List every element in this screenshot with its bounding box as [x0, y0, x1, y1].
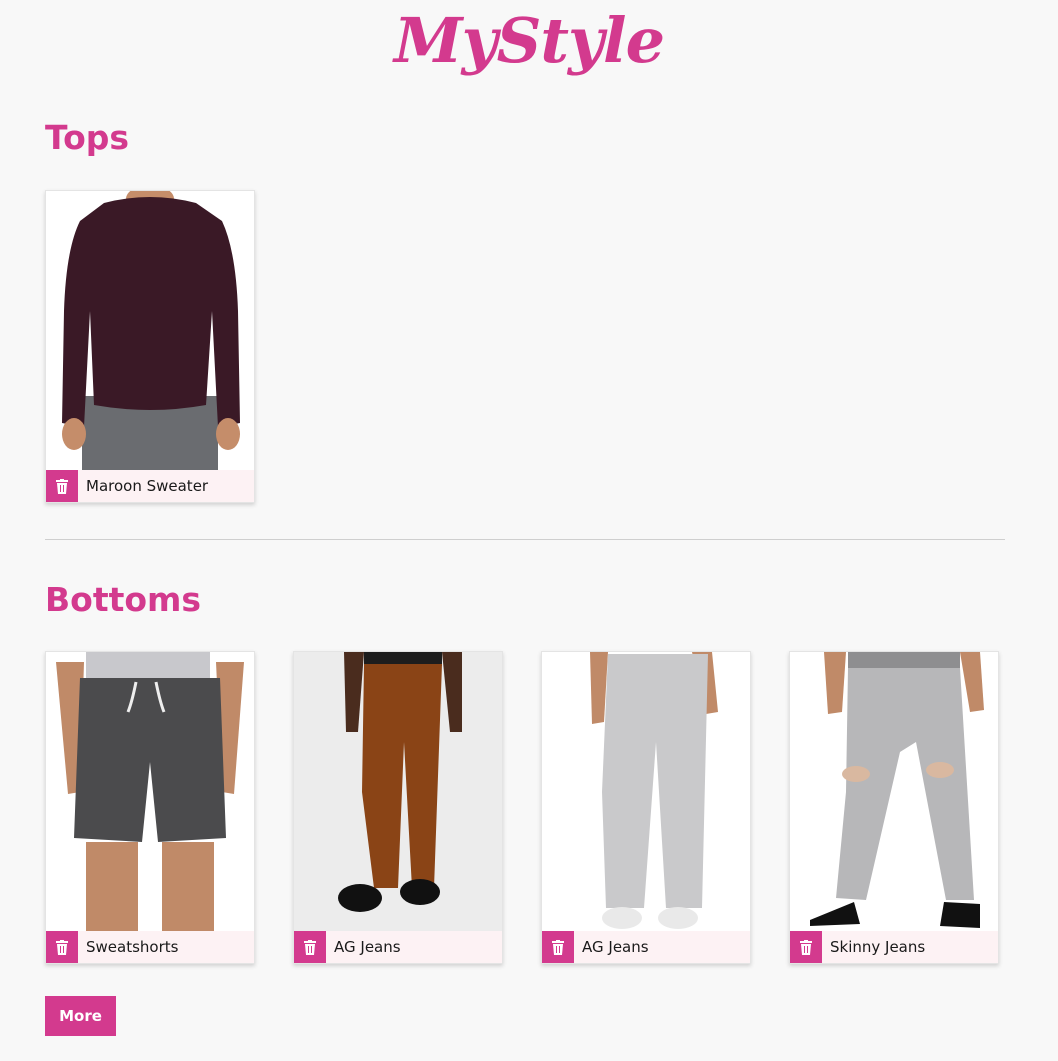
- clothing-card-bottom[interactable]: AG Jeans: [541, 651, 751, 964]
- item-label: Sweatshorts: [86, 938, 179, 956]
- trash-icon: [56, 478, 68, 494]
- item-label: AG Jeans: [582, 938, 649, 956]
- item-label: Maroon Sweater: [86, 477, 209, 495]
- card-footer: Skinny Jeans: [790, 931, 998, 963]
- card-footer: Sweatshorts: [46, 931, 254, 963]
- item-label: AG Jeans: [334, 938, 401, 956]
- trash-icon: [304, 939, 316, 955]
- bottoms-heading: Bottoms: [45, 580, 202, 619]
- section-divider: [45, 539, 1005, 540]
- item-label: Skinny Jeans: [830, 938, 926, 956]
- trash-icon: [56, 939, 68, 955]
- tops-heading: Tops: [45, 118, 130, 157]
- card-footer: Maroon Sweater: [46, 470, 254, 502]
- app-logo: MyStyle: [393, 4, 665, 77]
- clothing-card-bottom[interactable]: Sweatshorts: [45, 651, 255, 964]
- delete-button[interactable]: [294, 931, 326, 963]
- delete-button[interactable]: [790, 931, 822, 963]
- delete-button[interactable]: [46, 470, 78, 502]
- clothing-card-bottom[interactable]: Skinny Jeans: [789, 651, 999, 964]
- card-footer: AG Jeans: [294, 931, 502, 963]
- skinny-jeans-image: [790, 652, 998, 931]
- trash-icon: [800, 939, 812, 955]
- more-button[interactable]: More: [45, 996, 116, 1036]
- delete-button[interactable]: [542, 931, 574, 963]
- clothing-card-bottom[interactable]: AG Jeans: [293, 651, 503, 964]
- delete-button[interactable]: [46, 931, 78, 963]
- trash-icon: [552, 939, 564, 955]
- card-footer: AG Jeans: [542, 931, 750, 963]
- grey-jeans-image: [542, 652, 750, 931]
- sweatshorts-image: [46, 652, 254, 931]
- clothing-card-top[interactable]: Maroon Sweater: [45, 190, 255, 503]
- maroon-sweater-image: [46, 191, 254, 470]
- brown-jeans-image: [294, 652, 502, 931]
